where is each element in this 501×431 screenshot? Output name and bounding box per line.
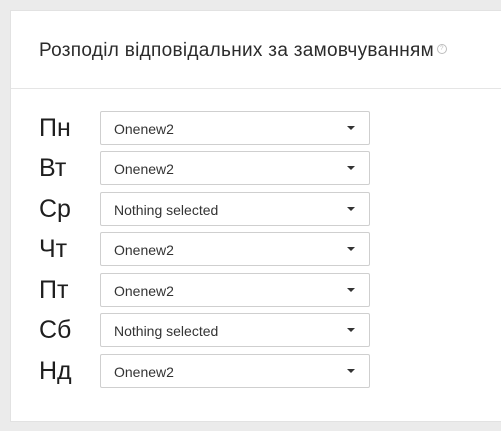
question-circle-icon[interactable]: ?	[437, 44, 447, 54]
day-label: Чт	[39, 235, 68, 263]
select-value: Onenew2	[114, 283, 174, 299]
panel-title-text: Розподіл відповідальних за замовчуванням	[39, 40, 434, 61]
assignee-select-fri[interactable]: Onenew2	[100, 273, 370, 307]
day-label: Сб	[39, 316, 72, 344]
panel-title: Розподіл відповідальних за замовчуванням…	[39, 40, 447, 62]
day-row-tue: Вт Onenew2	[39, 151, 459, 185]
assignee-select-sat[interactable]: Nothing selected	[100, 313, 370, 347]
day-row-mon: Пн Onenew2	[39, 111, 459, 145]
day-label: Пн	[39, 114, 71, 142]
day-row-thu: Чт Onenew2	[39, 232, 459, 266]
caret-down-icon	[347, 369, 355, 373]
day-label: Ср	[39, 195, 71, 223]
day-label: Пт	[39, 276, 69, 304]
day-row-sun: Нд Onenew2	[39, 354, 459, 388]
caret-down-icon	[347, 288, 355, 292]
select-value: Onenew2	[114, 242, 174, 258]
day-row-fri: Пт Onenew2	[39, 273, 459, 307]
day-row-sat: Сб Nothing selected	[39, 313, 459, 347]
select-value: Onenew2	[114, 364, 174, 380]
assignee-select-wed[interactable]: Nothing selected	[100, 192, 370, 226]
caret-down-icon	[347, 166, 355, 170]
caret-down-icon	[347, 126, 355, 130]
assignee-select-thu[interactable]: Onenew2	[100, 232, 370, 266]
assignee-select-sun[interactable]: Onenew2	[100, 354, 370, 388]
day-row-wed: Ср Nothing selected	[39, 192, 459, 226]
select-value: Nothing selected	[114, 323, 219, 339]
select-value: Onenew2	[114, 121, 174, 137]
caret-down-icon	[347, 247, 355, 251]
panel-header: Розподіл відповідальних за замовчуванням…	[11, 11, 501, 89]
default-assignees-panel: Розподіл відповідальних за замовчуванням…	[10, 10, 501, 422]
select-value: Nothing selected	[114, 202, 219, 218]
day-label: Вт	[39, 154, 67, 182]
select-value: Onenew2	[114, 161, 174, 177]
caret-down-icon	[347, 207, 355, 211]
day-label: Нд	[39, 357, 72, 385]
assignee-select-mon[interactable]: Onenew2	[100, 111, 370, 145]
caret-down-icon	[347, 328, 355, 332]
assignee-select-tue[interactable]: Onenew2	[100, 151, 370, 185]
